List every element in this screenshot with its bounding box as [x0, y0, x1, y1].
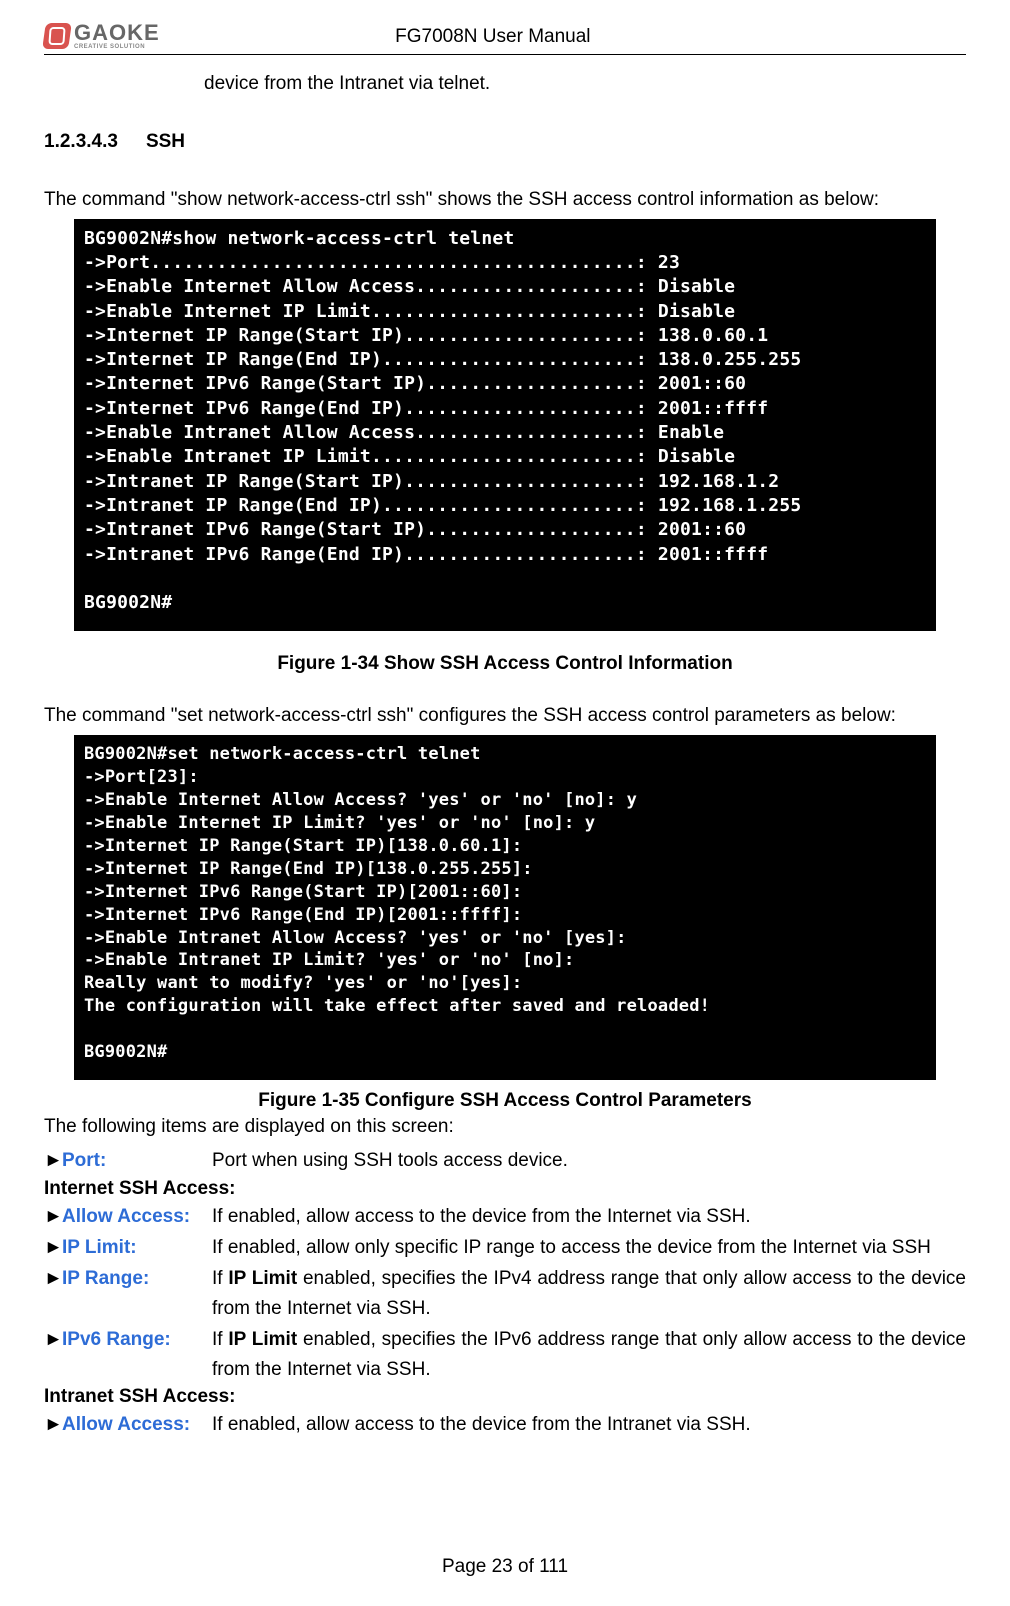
continuation-line: device from the Intranet via telnet. — [204, 73, 966, 95]
label-ip-limit-internet: IP Limit: — [62, 1233, 212, 1262]
desc-allow-intranet: If enabled, allow access to the device f… — [212, 1410, 966, 1439]
bullet-arrow-icon: ► — [44, 1325, 62, 1384]
bullet-arrow-icon: ► — [44, 1146, 62, 1175]
section-heading: 1.2.3.4.3 SSH — [44, 131, 966, 153]
bullet-arrow-icon: ► — [44, 1202, 62, 1231]
label-port: Port: — [62, 1146, 212, 1175]
item-port: ► Port: Port when using SSH tools access… — [44, 1146, 966, 1175]
header-divider — [44, 54, 966, 55]
section-title: SSH — [146, 131, 185, 153]
label-ipv6-range-internet: IPv6 Range: — [62, 1325, 212, 1384]
brand-name: GAOKE — [74, 22, 160, 44]
figure-caption-35: Figure 1-35 Configure SSH Access Control… — [44, 1090, 966, 1112]
brand-logo: GAOKE CREATIVE SOLUTION — [44, 22, 160, 50]
label-allow-intranet: Allow Access: — [62, 1410, 212, 1439]
bullet-arrow-icon: ► — [44, 1410, 62, 1439]
desc-allow-internet: If enabled, allow access to the device f… — [212, 1202, 966, 1231]
paragraph-set-cmd: The command "set network-access-ctrl ssh… — [44, 703, 966, 729]
desc-port: Port when using SSH tools access device. — [212, 1146, 966, 1175]
bullet-arrow-icon: ► — [44, 1233, 62, 1262]
figure-caption-34: Figure 1-34 Show SSH Access Control Info… — [44, 653, 966, 675]
document-title: FG7008N User Manual — [160, 26, 826, 50]
label-ip-range-internet: IP Range: — [62, 1264, 212, 1323]
items-intro: The following items are displayed on thi… — [44, 1116, 966, 1138]
item-ip-range-internet: ► IP Range: If IP Limit enabled, specifi… — [44, 1264, 966, 1323]
terminal-output-show: BG9002N#show network-access-ctrl telnet … — [74, 219, 936, 632]
brand-logo-icon — [42, 23, 72, 49]
desc-ip-limit-internet: If enabled, allow only specific IP range… — [212, 1233, 966, 1262]
subhead-internet: Internet SSH Access: — [44, 1178, 966, 1200]
field-definitions: The following items are displayed on thi… — [44, 1116, 966, 1440]
item-allow-internet: ► Allow Access: If enabled, allow access… — [44, 1202, 966, 1231]
section-number: 1.2.3.4.3 — [44, 131, 118, 153]
bullet-arrow-icon: ► — [44, 1264, 62, 1323]
item-allow-intranet: ► Allow Access: If enabled, allow access… — [44, 1410, 966, 1439]
label-allow-internet: Allow Access: — [62, 1202, 212, 1231]
item-ip-limit-internet: ► IP Limit: If enabled, allow only speci… — [44, 1233, 966, 1262]
subhead-intranet: Intranet SSH Access: — [44, 1386, 966, 1408]
page-header: GAOKE CREATIVE SOLUTION FG7008N User Man… — [44, 10, 966, 50]
desc-ipv6-range-internet: If IP Limit enabled, specifies the IPv6 … — [212, 1325, 966, 1384]
paragraph-show-cmd: The command "show network-access-ctrl ss… — [44, 187, 966, 213]
terminal-output-set: BG9002N#set network-access-ctrl telnet -… — [74, 735, 936, 1080]
desc-ip-range-internet: If IP Limit enabled, specifies the IPv4 … — [212, 1264, 966, 1323]
page-footer: Page 23 of 111 — [0, 1556, 1010, 1578]
item-ipv6-range-internet: ► IPv6 Range: If IP Limit enabled, speci… — [44, 1325, 966, 1384]
